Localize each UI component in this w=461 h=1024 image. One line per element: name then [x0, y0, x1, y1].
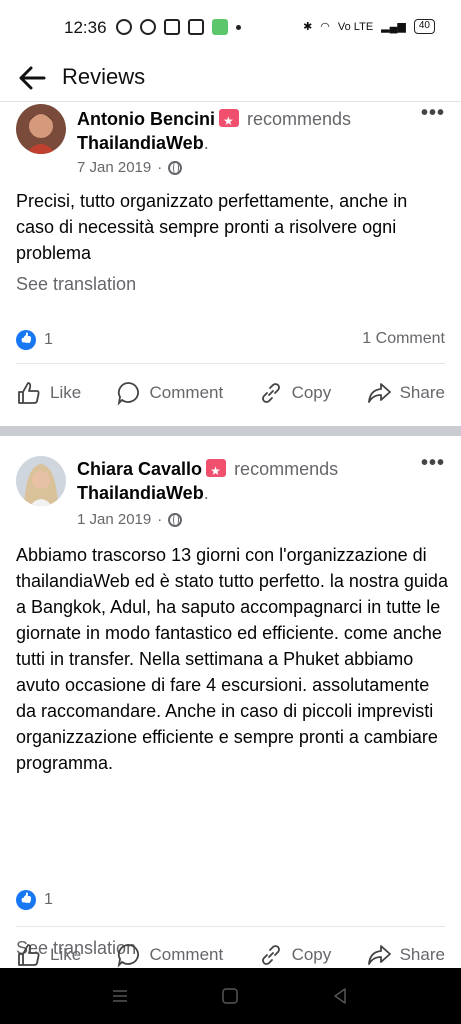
share-label: Share [399, 383, 445, 402]
home-icon[interactable] [220, 986, 240, 1006]
notification-icons [116, 19, 241, 35]
meta-separator: · [157, 159, 163, 176]
like-button[interactable]: Like [16, 942, 81, 968]
more-notifications-icon [236, 24, 241, 30]
recommends-label: recommends [247, 109, 352, 129]
page-name-line: ThailandiaWeb. [77, 133, 209, 153]
comment-label: Comment [149, 945, 224, 964]
meta-separator: · [157, 511, 163, 528]
back-icon[interactable] [330, 986, 350, 1006]
like-label: Like [50, 383, 82, 402]
author-name[interactable]: Chiara Cavallo [77, 459, 202, 479]
app-notification-icon [116, 19, 132, 35]
like-button[interactable]: Like [16, 380, 81, 406]
avatar[interactable] [16, 456, 66, 506]
reactions-summary[interactable]: 1 [16, 890, 53, 910]
review-header: Chiara Cavallo recommends [77, 458, 339, 482]
copy-label: Copy [291, 383, 332, 402]
post-meta: 7 Jan 2019 · [77, 159, 183, 176]
thumbs-up-icon [18, 382, 40, 404]
author-name[interactable]: Antonio Bencini [77, 109, 215, 129]
post-separator [0, 426, 461, 436]
app-icon [188, 19, 204, 35]
thumbs-up-icon [18, 944, 40, 966]
share-button[interactable]: Share [366, 380, 445, 406]
avatar[interactable] [16, 104, 66, 154]
divider [16, 363, 445, 364]
review-text: Abbiamo trascorso 13 giorni con l'organi… [16, 545, 448, 773]
post-date[interactable]: 7 Jan 2019 [77, 159, 151, 176]
signal-icon: ▂▄▆ [381, 21, 406, 33]
reviews-feed[interactable]: Antonio Bencini recommends ThailandiaWeb.… [0, 102, 461, 968]
status-time: 12:36 [64, 18, 107, 37]
like-reaction-icon [16, 890, 36, 910]
line-icon [140, 19, 156, 35]
green-app-icon [212, 19, 228, 35]
recommend-badge-icon [219, 109, 239, 132]
share-arrow-icon [367, 383, 391, 403]
status-bar: 12:36 ✱ ◠ Vo LTE ▂▄▆ 40 [0, 0, 461, 56]
system-nav-bar [0, 968, 461, 1024]
link-icon [261, 383, 280, 403]
more-options-icon[interactable]: ••• [421, 452, 445, 475]
like-reaction-icon [16, 330, 36, 350]
back-arrow-icon[interactable] [16, 62, 48, 94]
like-count: 1 [44, 331, 53, 348]
see-translation-link[interactable]: See translation [16, 274, 136, 295]
comment-button[interactable]: Comment [116, 380, 224, 406]
comment-count[interactable]: 1 Comment [362, 330, 445, 348]
page-name[interactable]: ThailandiaWeb [77, 133, 204, 153]
recent-apps-icon[interactable] [110, 986, 130, 1006]
review-post: Antonio Bencini recommends ThailandiaWeb.… [0, 102, 461, 428]
action-bar: Like Comment Copy Share [0, 380, 461, 406]
page-name-line: ThailandiaWeb. [77, 483, 209, 503]
action-bar: Like Comment Copy Share [0, 942, 461, 968]
reactions-summary[interactable]: 1 [16, 330, 53, 350]
comment-bubble-icon [117, 944, 139, 968]
more-options-icon[interactable]: ••• [421, 102, 445, 125]
review-header: Antonio Bencini recommends [77, 108, 352, 132]
globe-icon [168, 160, 183, 175]
globe-icon [168, 512, 183, 527]
share-arrow-icon [367, 945, 391, 965]
battery-icon: 40 [413, 19, 435, 34]
copy-button[interactable]: Copy [258, 380, 332, 406]
share-label: Share [399, 945, 445, 964]
like-label: Like [50, 945, 82, 964]
wifi-icon: ◠ [320, 21, 330, 33]
page-name[interactable]: ThailandiaWeb [77, 483, 204, 503]
review-post: Chiara Cavallorecommends ThailandiaWeb. … [0, 436, 461, 968]
divider [16, 926, 445, 927]
recommend-badge-icon [206, 459, 227, 482]
post-meta: 1 Jan 2019 · [77, 511, 183, 528]
share-button[interactable]: Share [366, 942, 445, 968]
bluetooth-icon: ✱ [303, 21, 313, 33]
comment-button[interactable]: Comment [116, 942, 224, 968]
comment-label: Comment [149, 383, 224, 402]
page-title: Reviews [62, 64, 146, 89]
like-count: 1 [44, 891, 53, 908]
recommends-label: recommends [234, 459, 339, 479]
link-icon [261, 945, 280, 965]
copy-button[interactable]: Copy [258, 942, 332, 968]
system-icons: ✱ ◠ Vo LTE ▂▄▆ 40 [303, 19, 435, 34]
app-header: Reviews [0, 56, 461, 102]
gmail-icon [164, 19, 180, 35]
post-date[interactable]: 1 Jan 2019 [77, 511, 151, 528]
volte-icon: Vo LTE [337, 20, 374, 33]
copy-label: Copy [291, 945, 332, 964]
review-text: Precisi, tutto organizzato perfettamente… [16, 191, 408, 263]
comment-bubble-icon [117, 382, 139, 406]
